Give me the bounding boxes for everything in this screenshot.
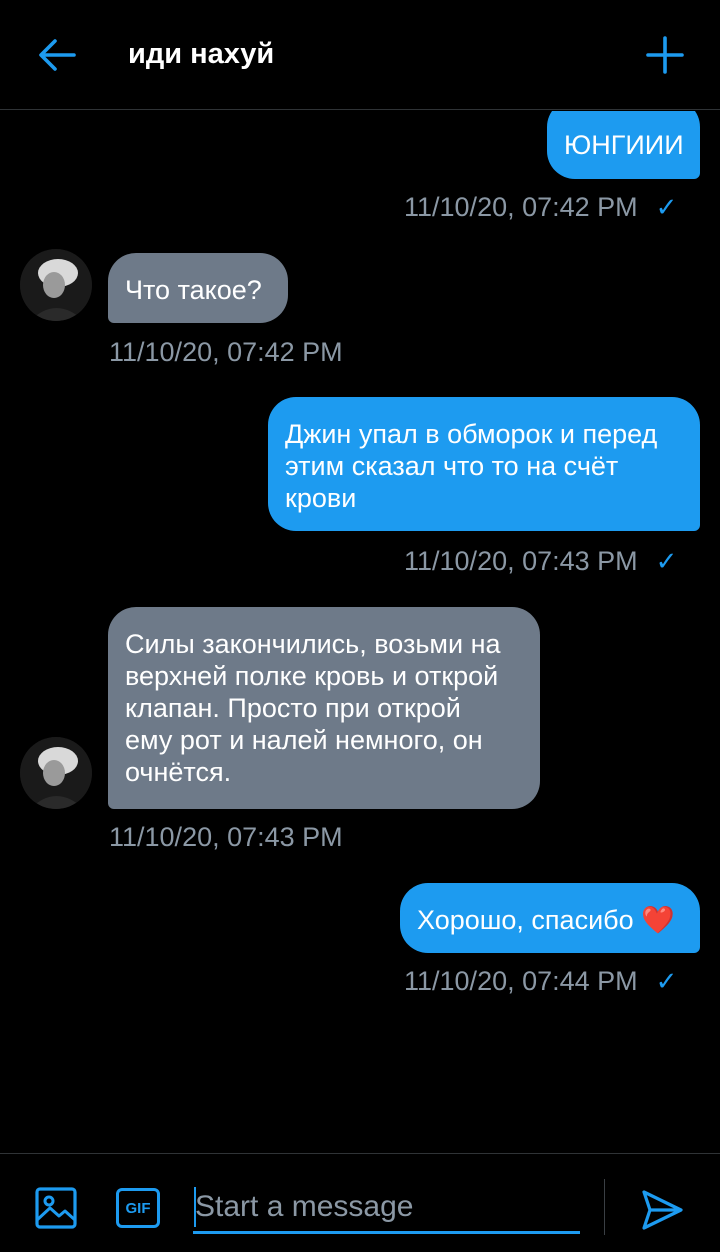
message-line: клапан. Просто при открой	[125, 693, 461, 723]
message-timestamp: 11/10/20, 07:43 PM ✓	[404, 546, 678, 576]
message-timestamp: 11/10/20, 07:42 PM ✓	[404, 192, 678, 222]
plus-icon[interactable]	[644, 34, 686, 76]
message-timestamp: 11/10/20, 07:43 PM	[109, 822, 343, 852]
message-text: Что такое?	[125, 275, 262, 305]
message-line: крови	[285, 483, 357, 513]
send-icon[interactable]	[640, 1188, 684, 1232]
message-line: Силы закончились, возьми на	[125, 629, 501, 659]
message-line: Джин упал в обморок и перед	[285, 419, 658, 449]
outgoing-message-bubble[interactable]: Хорошо, спасибо ❤️	[400, 883, 700, 953]
message-text: ЮНГИИИ	[564, 130, 684, 160]
read-check-icon: ✓	[655, 192, 678, 222]
back-arrow-icon[interactable]	[36, 34, 78, 76]
outgoing-message-bubble[interactable]: ЮНГИИИ	[547, 111, 700, 179]
incoming-message-bubble[interactable]: Силы закончились, возьми на верхней полк…	[108, 607, 540, 809]
message-timestamp: 11/10/20, 07:44 PM ✓	[404, 966, 678, 996]
avatar-image	[20, 249, 92, 321]
message-thread[interactable]: ЮНГИИИ 11/10/20, 07:42 PM ✓ Что такое? 11…	[0, 111, 720, 1153]
read-check-icon: ✓	[655, 966, 678, 996]
avatar-image	[20, 737, 92, 809]
conversation-header: иди нахуй	[0, 0, 720, 110]
composer-divider	[604, 1179, 605, 1235]
conversation-title: иди нахуй	[128, 38, 275, 70]
gif-button[interactable]: GIF	[116, 1188, 160, 1228]
text-cursor	[194, 1187, 196, 1227]
message-input[interactable]	[193, 1182, 580, 1234]
image-icon[interactable]	[34, 1186, 78, 1230]
message-text: Хорошо, спасибо ❤️	[417, 905, 675, 935]
read-check-icon: ✓	[655, 546, 678, 576]
avatar[interactable]	[20, 249, 92, 321]
message-line: верхней полке кровь и открой	[125, 661, 499, 691]
message-composer: GIF	[0, 1153, 720, 1252]
message-line: этим сказал что то на счёт	[285, 451, 619, 481]
message-line: очнётся.	[125, 757, 232, 787]
avatar[interactable]	[20, 737, 92, 809]
outgoing-message-bubble[interactable]: Джин упал в обморок и перед этим сказал …	[268, 397, 700, 531]
message-line: ему рот и налей немного, он	[125, 725, 483, 755]
message-timestamp: 11/10/20, 07:42 PM	[109, 337, 343, 367]
incoming-message-bubble[interactable]: Что такое?	[108, 253, 288, 323]
